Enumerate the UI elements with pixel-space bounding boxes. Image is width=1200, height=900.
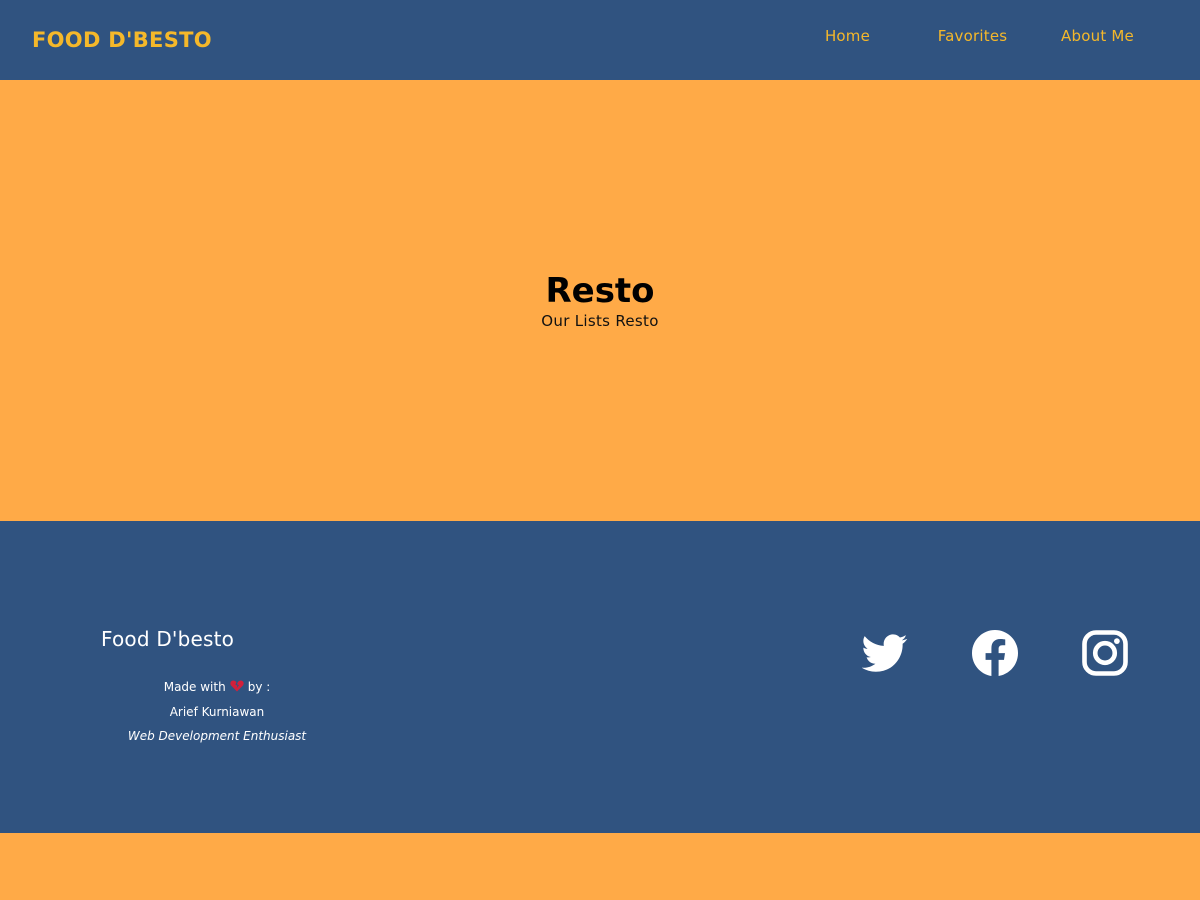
hero-title: Resto [545, 271, 655, 311]
twitter-link[interactable] [862, 630, 908, 676]
made-with-line: Made with by : [117, 675, 317, 700]
instagram-link[interactable] [1082, 630, 1128, 676]
site-footer: Food D'besto Made with by : Arief Kurniaw… [0, 521, 1200, 833]
main-nav: Home Favorites About Me [785, 0, 1160, 80]
hero-subtitle: Our Lists Resto [541, 312, 659, 330]
bottom-strip [0, 833, 1200, 900]
footer-credit: Made with by : Arief Kurniawan Web Develo… [117, 675, 317, 748]
author-name: Arief Kurniawan [169, 705, 265, 719]
nav-link-about-me[interactable]: About Me [1061, 26, 1134, 46]
facebook-icon [972, 630, 1018, 676]
by-text: by : [247, 680, 271, 694]
author-role: Web Development Enthusiast [127, 729, 307, 743]
brand-link[interactable]: FOOD D'BESTO [32, 28, 212, 52]
footer-title: Food D'besto [101, 627, 235, 651]
made-with-text: Made with [163, 680, 226, 694]
social-links [862, 630, 1128, 676]
site-header: FOOD D'BESTO Home Favorites About Me [0, 0, 1200, 80]
nav-link-home[interactable]: Home [825, 26, 870, 46]
brand-logo[interactable]: FOOD D'BESTO [32, 26, 212, 54]
nav-item-favorites: Favorites [910, 0, 1035, 80]
broken-heart-icon [230, 676, 244, 700]
nav-item-home: Home [785, 0, 910, 80]
hero-section: Resto Our Lists Resto [0, 80, 1200, 521]
nav-link-favorites[interactable]: Favorites [938, 26, 1008, 46]
twitter-icon [862, 634, 908, 672]
facebook-link[interactable] [972, 630, 1018, 676]
nav-item-about: About Me [1035, 0, 1160, 80]
instagram-icon [1082, 630, 1128, 676]
